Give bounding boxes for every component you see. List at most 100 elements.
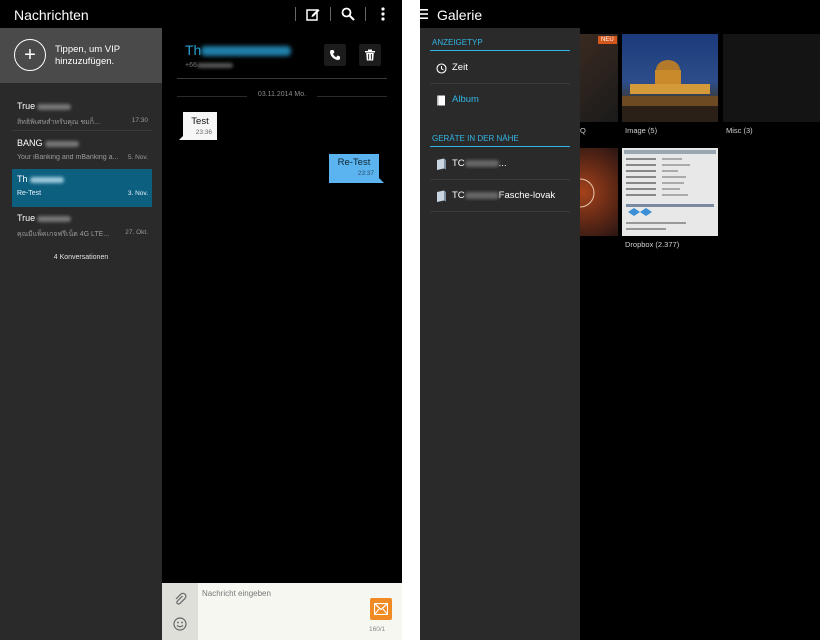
divider (430, 179, 570, 180)
album-grid: NEU Q Image (5) Misc (3) Dropbox (2.377) (580, 28, 820, 640)
conversation-item[interactable]: BANG Your iBanking and mBanking a... 5. … (12, 133, 152, 171)
conversation-count: 4 Konversationen (53, 254, 109, 261)
album-tile-image[interactable] (622, 34, 718, 122)
trash-icon (365, 49, 375, 61)
conversation-list: + Tippen, um VIP hinzuzufügen. True สิทธ… (0, 28, 162, 640)
attach-icon[interactable] (171, 590, 189, 608)
overflow-menu-icon[interactable] (372, 4, 394, 24)
conversation-name: BANG (17, 138, 43, 148)
redacted-text (29, 176, 64, 183)
conversation-item-active[interactable]: Th Re-Test 3. Nov. (12, 169, 152, 207)
album-icon (435, 94, 447, 106)
redacted-text (44, 140, 79, 147)
conversation-name: True (17, 213, 36, 223)
redacted-text (37, 103, 72, 110)
device-name-suffix: ... (498, 158, 507, 169)
conversation-snippet: Your iBanking and mBanking a... (17, 154, 119, 161)
conversation-date: 3. Nov. (127, 190, 148, 197)
section-header: ANZEIGETYP (432, 38, 483, 47)
album-label: Image (5) (625, 126, 658, 135)
phone-icon (330, 50, 340, 60)
conversation-date: 27. Okt. (125, 229, 148, 236)
new-badge: NEU (598, 36, 617, 44)
conversation-item[interactable]: True คุณมีแพ็คเกจฟรีเน็ต 4G LTE... 27. O… (12, 208, 152, 246)
divider (430, 211, 570, 212)
date-separator: 03.11.2014 Mo. (177, 91, 387, 101)
album-tile[interactable] (580, 148, 618, 236)
delete-button[interactable] (359, 44, 381, 66)
divider (330, 7, 331, 21)
album-tile[interactable] (723, 34, 820, 122)
message-input[interactable]: Nachricht eingeben (202, 589, 271, 598)
divider (430, 83, 570, 84)
navigation-drawer: ANZEIGETYP Zeit Album GERÄTE IN DER NÄHE… (420, 28, 580, 640)
album-label: Dropbox (2.377) (625, 240, 680, 249)
gallery-screen: Galerie NEU Q Image (5) Misc (3) Dropbox… (420, 0, 820, 640)
palace-photo-thumbnail (622, 34, 718, 122)
emoji-icon[interactable] (171, 615, 189, 633)
album-tile-dropbox[interactable] (622, 148, 718, 236)
redacted-text (464, 159, 499, 167)
incoming-message-bubble[interactable]: Test 23:36 (179, 112, 217, 140)
messages-action-bar: Nachrichten (0, 0, 402, 28)
redacted-text (464, 191, 499, 199)
drawer-item-album[interactable]: Album (430, 85, 570, 115)
date-label: 03.11.2014 Mo. (257, 91, 307, 98)
conversation-snippet: สิทธิพิเศษสำหรับคุณ ชมก็... (17, 119, 100, 126)
divider (295, 7, 296, 21)
compose-tools (162, 583, 198, 640)
action-bar-icons (295, 4, 394, 24)
drawer-item-device[interactable]: TC... (430, 149, 570, 179)
search-icon[interactable] (337, 4, 359, 24)
send-button[interactable] (370, 598, 392, 620)
messages-screen: Nachrichten + Tippen, um VIP hinzuzufüge… (0, 0, 402, 640)
drawer-item-zeit[interactable]: Zeit (430, 53, 570, 83)
device-name: TC (452, 158, 465, 169)
redacted-text (37, 215, 72, 222)
conversation-name: Th (17, 174, 28, 184)
vip-hint: Tippen, um VIP hinzuzufügen. (55, 44, 120, 67)
conversation-snippet: Re-Test (17, 190, 42, 197)
character-counter: 160/1 (369, 626, 386, 633)
dropbox-screenshot-thumbnail (622, 148, 718, 236)
compose-bar: Nachricht eingeben 160/1 (162, 583, 402, 640)
message-time: 23:36 (195, 129, 212, 136)
drawer-item-label: Album (452, 94, 479, 105)
send-envelope-icon (374, 603, 388, 615)
chat-header: Th +66 (177, 40, 387, 79)
redacted-text (196, 62, 233, 68)
section-header: GERÄTE IN DER NÄHE (432, 134, 519, 143)
conversation-date: 17:30 (131, 117, 148, 124)
plus-icon: + (14, 39, 46, 71)
conversation-snippet: คุณมีแพ็คเกจฟรีเน็ต 4G LTE... (17, 231, 110, 238)
device-icon (435, 158, 447, 170)
album-label: Q (580, 126, 586, 135)
message-time: 23:37 (357, 170, 374, 177)
contact-number: +66 (185, 62, 197, 69)
conversation-date: 5. Nov. (127, 154, 148, 161)
device-name: TC (452, 190, 465, 201)
message-text: Re-Test (337, 157, 371, 168)
album-tile[interactable]: NEU (580, 34, 618, 122)
divider (365, 7, 366, 21)
screen-gap (402, 0, 420, 640)
hamburger-menu-icon[interactable] (420, 9, 428, 19)
drawer-item-label: Zeit (452, 62, 468, 73)
app-title: Nachrichten (14, 7, 89, 23)
compose-icon[interactable] (302, 4, 324, 24)
call-button[interactable] (324, 44, 346, 66)
redacted-text (201, 46, 292, 57)
divider (430, 146, 570, 147)
app-title: Galerie (437, 7, 483, 23)
divider (12, 130, 152, 131)
drawer-item-device[interactable]: TC Fasche-lovak (430, 181, 570, 211)
add-vip-button[interactable]: + Tippen, um VIP hinzuzufügen. (0, 28, 162, 83)
clock-icon (435, 62, 447, 74)
contact-name: Th (185, 42, 202, 58)
outgoing-message-bubble[interactable]: Re-Test 23:37 (329, 154, 384, 183)
device-icon (435, 190, 447, 202)
chat-thread: Th +66 03.11.2014 Mo. Test 23:36 Re-Test… (162, 28, 402, 640)
conversation-item[interactable]: True สิทธิพิเศษสำหรับคุณ ชมก็... 17:30 (12, 96, 152, 134)
message-text: Test (191, 116, 209, 127)
sunset-photo-thumbnail (580, 178, 595, 208)
